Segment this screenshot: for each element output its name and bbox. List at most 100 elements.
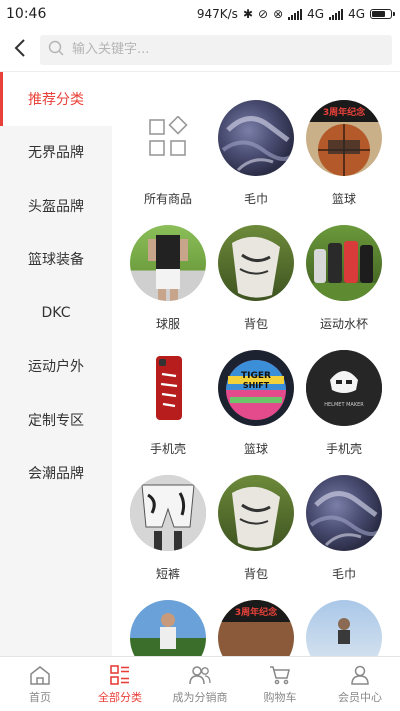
- category-label: 所有商品: [143, 192, 192, 206]
- svg-text:3周年纪念: 3周年纪念: [323, 106, 365, 118]
- category-item-15[interactable]: [300, 600, 388, 656]
- sidebar-item-label: 运动户外: [28, 359, 84, 376]
- sidebar-item-label: 定制专区: [28, 412, 84, 429]
- category-phone-case[interactable]: 手机壳: [124, 350, 212, 456]
- sidebar-item-helmet-brand[interactable]: 头盔品牌: [0, 179, 112, 233]
- search-icon: [48, 40, 64, 60]
- sidebar-item-outdoor[interactable]: 运动户外: [0, 340, 112, 394]
- category-label: 背包: [243, 317, 268, 331]
- category-towel-2[interactable]: 毛巾: [300, 475, 388, 581]
- sidebar-item-wujie-brand[interactable]: 无界品牌: [0, 126, 112, 180]
- category-water-bottle[interactable]: 运动水杯: [300, 225, 388, 331]
- category-grid: 所有商品 毛巾 3周年纪念 篮球 球服 背包 运动水杯 手机壳 TIGER SH…: [112, 72, 400, 656]
- category-label: 球服: [155, 317, 180, 331]
- towel-image: [218, 100, 294, 176]
- product-image: 3周年纪念: [218, 600, 294, 656]
- category-label: 手机壳: [325, 442, 362, 456]
- sidebar-item-label: 推荐分类: [28, 91, 84, 108]
- category-label: 手机壳: [149, 442, 186, 456]
- svg-text:HELMET MAKER: HELMET MAKER: [324, 402, 364, 408]
- category-label: 短裤: [155, 567, 180, 581]
- phone-case-image: HELMET MAKER: [306, 350, 382, 426]
- status-right: 947K/s ✱ ⊘ ⊗ 4G 4G: [196, 7, 395, 21]
- tab-all-categories[interactable]: 全部分类: [80, 657, 160, 711]
- network-type-1: 4G: [307, 7, 325, 21]
- category-backpack[interactable]: 背包: [212, 225, 300, 331]
- network-speed: 947K/s: [196, 7, 238, 21]
- svg-text:SHIFT: SHIFT: [243, 381, 270, 390]
- category-content: 所有商品 毛巾 3周年纪念 篮球 球服 背包 运动水杯 手机壳 TIGER SH…: [112, 72, 400, 656]
- category-towel[interactable]: 毛巾: [212, 100, 300, 206]
- category-label: 篮球: [243, 442, 268, 456]
- category-all-products[interactable]: 所有商品: [124, 100, 212, 206]
- signal-icon: [288, 8, 303, 20]
- signal-icon-2: [329, 8, 344, 20]
- category-jersey[interactable]: 球服: [124, 225, 212, 331]
- back-button[interactable]: [6, 32, 34, 68]
- tab-label: 全部分类: [98, 690, 142, 704]
- sidebar-item-label: 会潮品牌: [28, 466, 84, 483]
- sidebar-item-dkc[interactable]: DKC: [0, 286, 112, 340]
- tab-label: 会员中心: [338, 690, 382, 704]
- all-products-icon: [130, 100, 206, 176]
- category-list-icon: [110, 664, 130, 686]
- tab-cart[interactable]: 购物车: [240, 657, 320, 711]
- network-type-2: 4G: [348, 7, 365, 21]
- users-icon: [188, 664, 212, 686]
- bluetooth-icon: ✱: [242, 7, 253, 21]
- category-label: 毛巾: [243, 192, 268, 206]
- category-backpack-2[interactable]: 背包: [212, 475, 300, 581]
- water-bottle-image: [306, 225, 382, 301]
- search-box[interactable]: [40, 34, 392, 65]
- backpack-image: [218, 225, 294, 301]
- category-item-13[interactable]: [124, 600, 212, 656]
- battery-icon: [370, 9, 395, 19]
- header: [0, 28, 400, 72]
- sidebar-item-custom[interactable]: 定制专区: [0, 393, 112, 447]
- category-basketball[interactable]: 3周年纪念 篮球: [300, 100, 388, 206]
- svg-text:3周年纪念: 3周年纪念: [235, 606, 277, 618]
- tab-label: 成为分销商: [172, 690, 228, 704]
- category-label: 运动水杯: [319, 317, 368, 331]
- tab-become-distributor[interactable]: 成为分销商: [160, 657, 240, 711]
- towel-image: [306, 475, 382, 551]
- tab-home[interactable]: 首页: [0, 657, 80, 711]
- status-bar: 10:46 947K/s ✱ ⊘ ⊗ 4G 4G: [0, 0, 400, 28]
- status-time: 10:46: [6, 6, 47, 22]
- sidebar-item-label: 头盔品牌: [28, 198, 84, 215]
- tab-member-center[interactable]: 会员中心: [320, 657, 400, 711]
- user-icon: [350, 664, 370, 686]
- sidebar-item-label: 篮球装备: [28, 252, 84, 269]
- backpack-image: [218, 475, 294, 551]
- category-phone-case-2[interactable]: HELMET MAKER 手机壳: [300, 350, 388, 456]
- category-shorts[interactable]: 短裤: [124, 475, 212, 581]
- category-item-14[interactable]: 3周年纪念: [212, 600, 300, 656]
- mute-icon: ⊗: [273, 7, 284, 21]
- category-sidebar: 推荐分类 无界品牌 头盔品牌 篮球装备 DKC 运动户外 定制专区 会潮品牌: [0, 72, 112, 656]
- chevron-left-icon: [14, 38, 26, 62]
- sidebar-item-huichao-brand[interactable]: 会潮品牌: [0, 447, 112, 501]
- tab-label: 首页: [29, 690, 51, 704]
- shorts-image: [130, 475, 206, 551]
- tab-label: 购物车: [263, 690, 297, 704]
- product-image: [130, 600, 206, 656]
- basketball-image: 3周年纪念: [306, 100, 382, 176]
- sidebar-item-label: 无界品牌: [28, 145, 84, 162]
- phone-case-image: [130, 350, 206, 426]
- sidebar-item-label: DKC: [41, 304, 71, 321]
- cart-icon: [269, 664, 291, 686]
- category-label: 背包: [243, 567, 268, 581]
- category-label: 毛巾: [331, 567, 356, 581]
- product-image: [306, 600, 382, 656]
- basketball-image: TIGER SHIFT: [218, 350, 294, 426]
- category-label: 篮球: [331, 192, 356, 206]
- sidebar-item-recommended[interactable]: 推荐分类: [0, 72, 112, 126]
- bottom-tab-bar: 首页 全部分类 成为分销商 购物车 会员中心: [0, 656, 400, 711]
- sidebar-item-basketball-gear[interactable]: 篮球装备: [0, 233, 112, 287]
- home-icon: [29, 664, 51, 686]
- category-basketball-2[interactable]: TIGER SHIFT 篮球: [212, 350, 300, 456]
- alarm-icon: ⊘: [258, 7, 269, 21]
- svg-text:TIGER: TIGER: [241, 371, 271, 381]
- jersey-image: [130, 225, 206, 301]
- search-input[interactable]: [70, 41, 384, 58]
